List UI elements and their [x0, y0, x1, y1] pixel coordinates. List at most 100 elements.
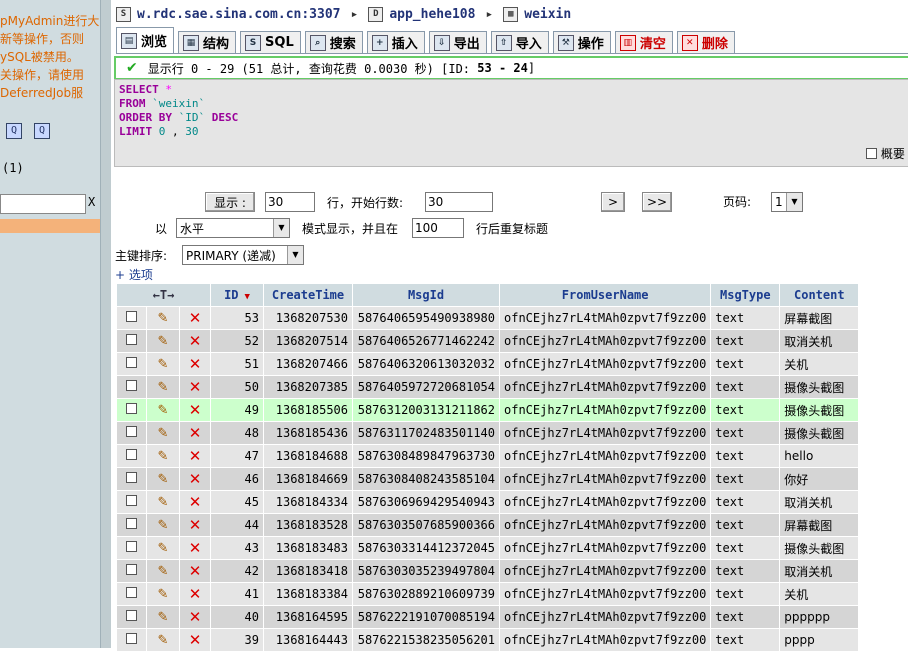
edit-cell[interactable]: ✎ [146, 560, 179, 582]
delete-icon[interactable]: ✕ [189, 631, 202, 649]
profiling-option[interactable]: 概要 [866, 145, 905, 162]
delete-icon[interactable]: ✕ [189, 332, 202, 350]
panel-divider[interactable] [100, 0, 111, 648]
delete-cell[interactable]: ✕ [180, 399, 210, 421]
delete-cell[interactable]: ✕ [180, 422, 210, 444]
table-row[interactable]: ✎ ✕ 46 1368184669 5876308408243585104 ofnCEjh… [117, 468, 859, 490]
filter-clear-button[interactable]: X [88, 195, 95, 209]
table-row[interactable]: ✎ ✕ 42 1368183418 5876303035239497804 ofnCEjh… [117, 560, 859, 582]
rows-input[interactable]: 30 [265, 192, 315, 212]
edit-icon[interactable]: ✎ [157, 334, 168, 349]
column-header-id[interactable]: ID ▼ [211, 284, 263, 306]
edit-icon[interactable]: ✎ [157, 541, 168, 556]
row-checkbox[interactable] [125, 449, 137, 460]
breadcrumb-database[interactable]: app_hehe108 [389, 7, 475, 22]
edit-icon[interactable]: ✎ [157, 495, 168, 510]
table-row[interactable]: ✎ ✕ 43 1368183483 5876303314412372045 ofnCEjh… [117, 537, 859, 559]
start-row-input[interactable]: 30 [425, 192, 493, 212]
delete-icon[interactable]: ✕ [189, 516, 202, 534]
row-checkbox[interactable] [125, 633, 137, 644]
column-toggle-header[interactable]: ←T→ [117, 284, 210, 306]
table-row[interactable]: ✎ ✕ 41 1368183384 5876302889210609739 ofnCEjh… [117, 583, 859, 605]
edit-icon[interactable]: ✎ [157, 357, 168, 372]
column-header-msgid[interactable]: MsgId [353, 284, 499, 306]
delete-icon[interactable]: ✕ [189, 539, 202, 557]
delete-cell[interactable]: ✕ [180, 376, 210, 398]
table-row[interactable]: ✎ ✕ 49 1368185506 5876312003131211862 ofnCEjh… [117, 399, 859, 421]
edit-cell[interactable]: ✎ [146, 353, 179, 375]
delete-icon[interactable]: ✕ [189, 470, 202, 488]
table-row[interactable]: ✎ ✕ 40 1368164595 5876222191070085194 ofnCEjh… [117, 606, 859, 628]
tab-import[interactable]: ⇧ 导入 [490, 31, 549, 53]
column-header-content[interactable]: Content [780, 284, 859, 306]
delete-icon[interactable]: ✕ [189, 355, 202, 373]
table-row[interactable]: ✎ ✕ 51 1368207466 5876406320613032032 ofnCEjh… [117, 353, 859, 375]
delete-icon[interactable]: ✕ [189, 585, 202, 603]
edit-cell[interactable]: ✎ [146, 514, 179, 536]
delete-icon[interactable]: ✕ [189, 424, 202, 442]
edit-cell[interactable]: ✎ [146, 376, 179, 398]
delete-icon[interactable]: ✕ [189, 309, 202, 327]
checkbox-cell[interactable] [117, 606, 146, 628]
delete-icon[interactable]: ✕ [189, 493, 202, 511]
tab-browse[interactable]: ▤ 浏览 [116, 27, 175, 53]
row-checkbox[interactable] [125, 334, 137, 345]
column-header-msgtype[interactable]: MsgType [711, 284, 780, 306]
edit-icon[interactable]: ✎ [157, 633, 168, 648]
edit-icon[interactable]: ✎ [157, 587, 168, 602]
row-checkbox[interactable] [125, 357, 137, 368]
sql-query-icon[interactable]: Q [34, 123, 50, 139]
edit-icon[interactable]: ✎ [157, 426, 168, 441]
row-checkbox[interactable] [125, 426, 137, 437]
column-header-createtime[interactable]: CreateTime [264, 284, 352, 306]
row-checkbox[interactable] [125, 380, 137, 391]
row-checkbox[interactable] [125, 403, 137, 414]
edit-icon[interactable]: ✎ [157, 518, 168, 533]
table-row[interactable]: ✎ ✕ 50 1368207385 5876405972720681054 ofnCEjh… [117, 376, 859, 398]
row-checkbox[interactable] [125, 541, 137, 552]
delete-cell[interactable]: ✕ [180, 468, 210, 490]
repeat-header-input[interactable]: 100 [412, 218, 464, 238]
delete-icon[interactable]: ✕ [189, 562, 202, 580]
delete-cell[interactable]: ✕ [180, 491, 210, 513]
edit-cell[interactable]: ✎ [146, 399, 179, 421]
checkbox-cell[interactable] [117, 330, 146, 352]
checkbox-cell[interactable] [117, 583, 146, 605]
edit-icon[interactable]: ✎ [157, 610, 168, 625]
checkbox-cell[interactable] [117, 468, 146, 490]
checkbox-cell[interactable] [117, 537, 146, 559]
edit-cell[interactable]: ✎ [146, 537, 179, 559]
checkbox-cell[interactable] [117, 307, 146, 329]
checkbox-cell[interactable] [117, 353, 146, 375]
edit-icon[interactable]: ✎ [157, 380, 168, 395]
tab-export[interactable]: ⇩ 导出 [428, 31, 487, 53]
row-checkbox[interactable] [125, 472, 137, 483]
sort-key-select[interactable]: PRIMARY (递减) ▼ [182, 245, 304, 265]
show-button[interactable]: 显示 : [205, 192, 255, 212]
tab-structure[interactable]: ▦ 结构 [178, 31, 237, 53]
row-checkbox[interactable] [125, 495, 137, 506]
checkbox-cell[interactable] [117, 422, 146, 444]
edit-cell[interactable]: ✎ [146, 606, 179, 628]
checkbox-cell[interactable] [117, 491, 146, 513]
tab-empty[interactable]: ▥ 清空 [614, 31, 673, 53]
delete-icon[interactable]: ✕ [189, 447, 202, 465]
selected-table-item[interactable] [0, 219, 100, 233]
checkbox-cell[interactable] [117, 514, 146, 536]
row-checkbox[interactable] [125, 564, 137, 575]
table-row[interactable]: ✎ ✕ 44 1368183528 5876303507685900366 ofnCEjh… [117, 514, 859, 536]
table-filter-input[interactable] [0, 194, 86, 214]
checkbox-cell[interactable] [117, 399, 146, 421]
tab-sql[interactable]: S SQL [240, 31, 301, 53]
tab-operations[interactable]: ⚒ 操作 [552, 31, 611, 53]
row-checkbox[interactable] [125, 587, 137, 598]
delete-cell[interactable]: ✕ [180, 514, 210, 536]
column-arrows-icon[interactable]: ←T→ [153, 288, 175, 302]
row-checkbox[interactable] [125, 610, 137, 621]
edit-cell[interactable]: ✎ [146, 330, 179, 352]
checkbox-cell[interactable] [117, 445, 146, 467]
edit-icon[interactable]: ✎ [157, 472, 168, 487]
edit-cell[interactable]: ✎ [146, 307, 179, 329]
edit-icon[interactable]: ✎ [157, 564, 168, 579]
tab-drop[interactable]: ✕ 删除 [676, 31, 735, 53]
